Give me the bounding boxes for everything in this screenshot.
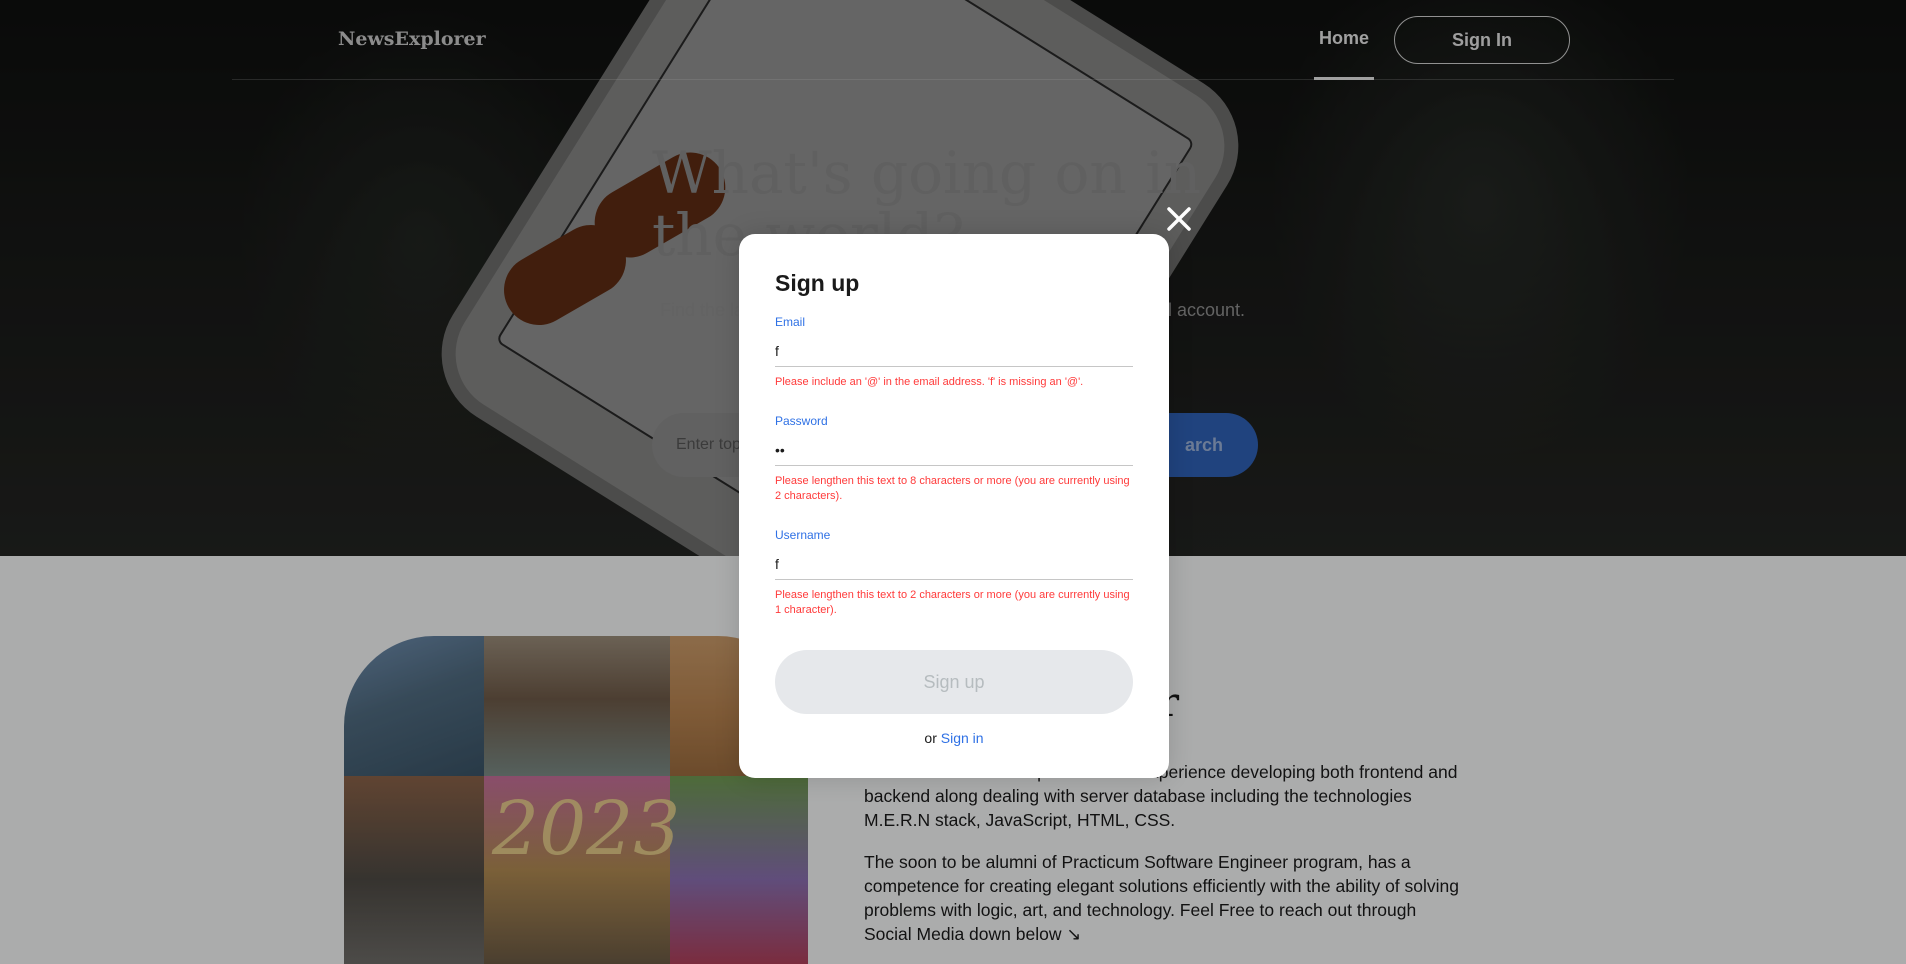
switch-to-sign-in: or Sign in [775,730,1133,746]
password-field-group: Password Please lengthen this text to 8 … [775,414,1133,504]
username-field-group: Username Please lengthen this text to 2 … [775,528,1133,618]
email-error: Please include an '@' in the email addre… [775,376,1084,388]
sign-up-modal: Sign up Email Please include an '@' in t… [739,234,1169,778]
username-error: Please lengthen this text to 2 character… [775,589,1130,616]
close-button[interactable] [1163,203,1195,235]
sign-in-link[interactable]: Sign in [941,730,984,746]
password-field[interactable] [775,434,1133,466]
email-label: Email [775,315,806,329]
email-field-group: Email Please include an '@' in the email… [775,315,1133,390]
modal-title: Sign up [775,270,860,296]
email-field[interactable] [775,335,1133,367]
sign-up-submit-button[interactable]: Sign up [775,650,1133,714]
password-error: Please lengthen this text to 8 character… [775,475,1130,502]
password-label: Password [775,414,828,428]
close-icon [1167,207,1191,231]
switch-prefix: or [924,730,941,746]
username-field[interactable] [775,548,1133,580]
username-label: Username [775,528,831,542]
